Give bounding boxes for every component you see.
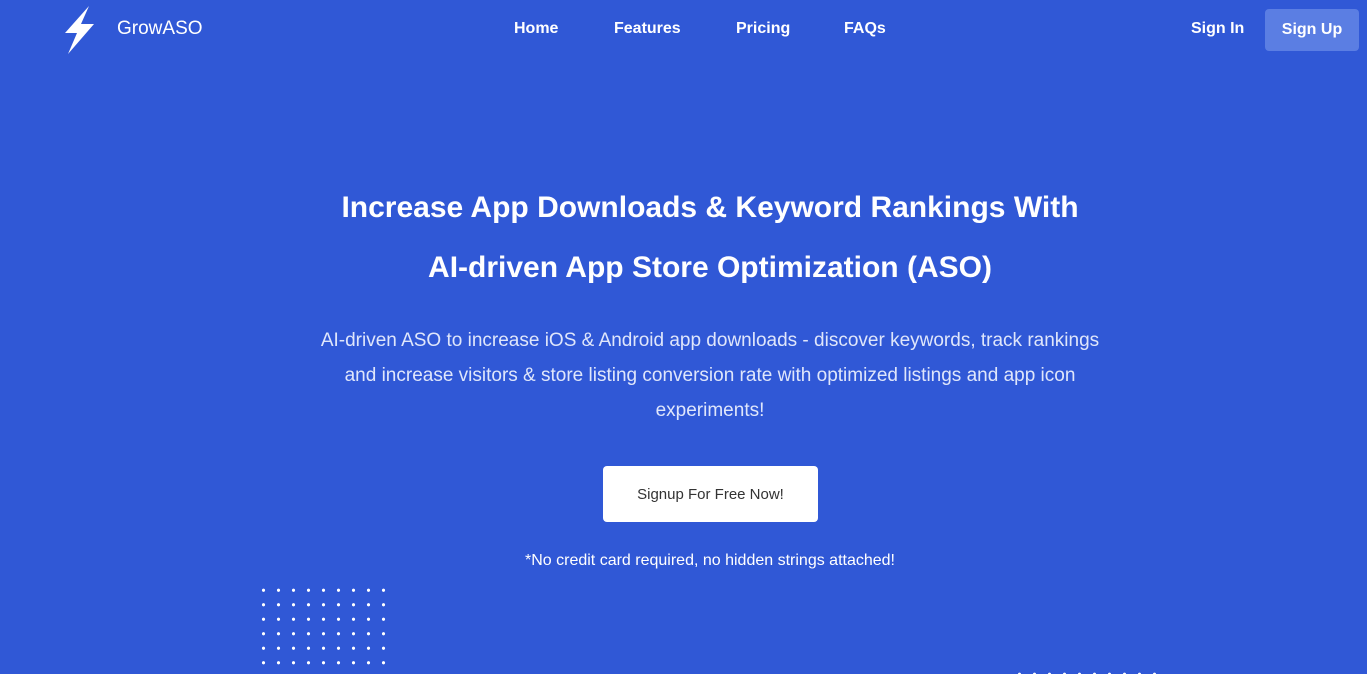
no-credit-card-note: *No credit card required, no hidden stri… bbox=[525, 552, 895, 569]
nav-pricing-link[interactable]: Pricing bbox=[736, 20, 790, 38]
hero-subtitle: AI-driven ASO to increase iOS & Android … bbox=[320, 330, 1100, 421]
decorative-dot-grid-right bbox=[1012, 667, 1162, 674]
landing-page: GrowASO Home Features Pricing FAQs Sign … bbox=[0, 0, 1367, 674]
nav-home-link[interactable]: Home bbox=[514, 20, 558, 38]
sign-in-link[interactable]: Sign In bbox=[1191, 20, 1244, 38]
hero-title-line-1: Increase App Downloads & Keyword Ranking… bbox=[341, 191, 1079, 224]
hero-title-line-2: AI-driven App Store Optimization (ASO) bbox=[428, 251, 992, 284]
decorative-dot-grid-left bbox=[256, 583, 396, 674]
signup-free-button[interactable]: Signup For Free Now! bbox=[603, 466, 818, 522]
hero-title: Increase App Downloads & Keyword Ranking… bbox=[0, 178, 1367, 298]
nav-faqs-link[interactable]: FAQs bbox=[844, 20, 886, 38]
sign-up-button[interactable]: Sign Up bbox=[1265, 9, 1359, 51]
main-nav: Home Features Pricing FAQs bbox=[0, 20, 1367, 42]
nav-features-link[interactable]: Features bbox=[614, 20, 681, 38]
